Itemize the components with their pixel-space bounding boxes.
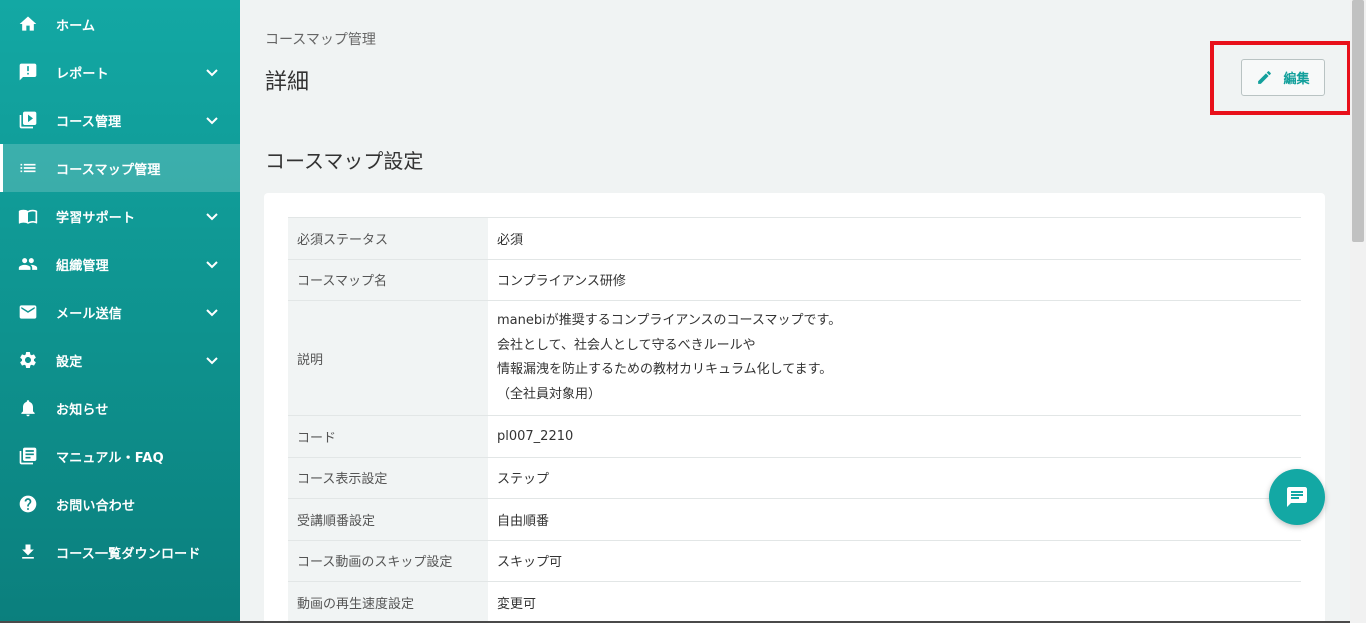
help-icon (18, 494, 38, 514)
sidebar-item-label: お問い合わせ (56, 498, 136, 514)
chat-icon (1287, 487, 1307, 507)
gear-icon (18, 350, 38, 370)
description-line: （全社員対象用） (497, 386, 602, 402)
sidebar-item-mail[interactable]: メール送信 (0, 288, 240, 336)
row-label: コード (288, 415, 488, 457)
sidebar-item-report[interactable]: レポート (0, 48, 240, 96)
row-value: スキップ可 (497, 555, 563, 571)
sidebar-item-course-management[interactable]: コース管理 (0, 96, 240, 144)
row-label: 受講順番設定 (288, 498, 488, 540)
sidebar-item-label: ホーム (56, 18, 96, 34)
sidebar-item-home[interactable]: ホーム (0, 0, 240, 48)
row-label: コース動画のスキップ設定 (288, 540, 488, 582)
table-row: コースマップ名 コンプライアンス研修 (288, 259, 1301, 301)
row-value-description: manebiが推奨するコンプライアンスのコースマップです。 会社として、社会人と… (488, 301, 1301, 416)
sidebar-item-learning-support[interactable]: 学習サポート (0, 192, 240, 240)
sidebar-item-contact[interactable]: お問い合わせ (0, 480, 240, 528)
chevron-down-icon (204, 64, 220, 80)
table-row: 受講順番設定 自由順番 (288, 498, 1301, 540)
settings-card: 必須ステータス 必須 コースマップ名 コンプライアンス研修 説明 manebiが… (264, 193, 1325, 623)
row-label: 説明 (288, 300, 488, 416)
edit-button-label: 編集 (1283, 72, 1310, 87)
people-icon (18, 254, 38, 274)
breadcrumb[interactable]: コースマップ管理 (265, 29, 376, 49)
description-line: 情報漏洩を防止するための教材カリキュラム化してます。 (497, 362, 833, 377)
sidebar-item-notices[interactable]: お知らせ (0, 384, 240, 432)
row-label: 必須ステータス (288, 217, 488, 259)
edit-button[interactable]: 編集 (1241, 59, 1325, 96)
row-label: 動画の再生速度設定 (288, 581, 488, 623)
sidebar-item-label: 組織管理 (56, 258, 109, 274)
sidebar-item-label: 学習サポート (56, 210, 136, 226)
description-line: 会社として、社会人として守るべきルールや (497, 337, 756, 353)
page-title: 詳細 (265, 70, 310, 95)
home-icon (18, 14, 38, 34)
chat-button[interactable] (1269, 469, 1325, 525)
table-row: 必須ステータス 必須 (288, 217, 1301, 259)
sidebar-item-label: 設定 (56, 354, 83, 370)
mail-icon (18, 302, 38, 322)
sidebar-item-label: コース管理 (56, 114, 122, 130)
table-row: コード pl007_2210 (288, 415, 1301, 457)
chevron-down-icon (204, 256, 220, 272)
row-label: コースマップ名 (288, 259, 488, 301)
table-row: 説明 manebiが推奨するコンプライアンスのコースマップです。 会社として、社… (288, 300, 1301, 416)
report-icon (18, 62, 38, 82)
chevron-down-icon (204, 304, 220, 320)
chevron-down-icon (204, 352, 220, 368)
sidebar-item-settings[interactable]: 設定 (0, 336, 240, 384)
row-value: 必須 (497, 232, 524, 248)
table-row: コース動画のスキップ設定 スキップ可 (288, 540, 1301, 582)
sidebar-item-label: メール送信 (56, 306, 123, 322)
row-value: 変更可 (497, 597, 537, 612)
main-content: コースマップ管理 詳細 編集 コースマップ設定 必須ステータス 必須 コースマッ… (240, 0, 1351, 623)
manual-icon (18, 446, 38, 466)
chevron-down-icon (204, 112, 220, 128)
settings-table: 必須ステータス 必須 コースマップ名 コンプライアンス研修 説明 manebiが… (288, 217, 1301, 623)
sidebar-item-course-download[interactable]: コース一覧ダウンロード (0, 528, 240, 576)
sidebar-item-label: コースマップ管理 (56, 162, 161, 178)
sidebar-item-manual-faq[interactable]: マニュアル・FAQ (0, 432, 240, 480)
row-label: コース表示設定 (288, 457, 488, 499)
sidebar: ホーム レポート コース管理 コースマップ管理 学習サポート 組織管理 メール送… (0, 0, 240, 623)
table-row: コース表示設定 ステップ (288, 457, 1301, 499)
chevron-down-icon (204, 208, 220, 224)
row-value: pl007_2210 (497, 428, 574, 444)
sidebar-item-label: マニュアル・FAQ (56, 450, 164, 466)
row-value: ステップ (497, 472, 550, 488)
bell-icon (18, 398, 38, 418)
section-title: コースマップ設定 (265, 149, 424, 173)
scrollbar-thumb[interactable] (1352, 0, 1364, 242)
sidebar-item-label: お知らせ (56, 402, 109, 418)
sidebar-item-coursemap-management[interactable]: コースマップ管理 (0, 144, 240, 192)
row-value: 自由順番 (497, 513, 550, 529)
row-value: コンプライアンス研修 (497, 274, 626, 290)
list-icon (18, 158, 38, 178)
book-icon (18, 206, 38, 226)
course-icon (18, 110, 38, 130)
sidebar-item-organization[interactable]: 組織管理 (0, 240, 240, 288)
sidebar-item-label: レポート (56, 66, 109, 82)
sidebar-item-label: コース一覧ダウンロード (56, 546, 201, 562)
table-row: 動画の再生速度設定 変更可 (288, 581, 1301, 623)
scrollbar[interactable] (1350, 0, 1366, 623)
download-icon (18, 542, 38, 562)
description-line: manebiが推奨するコンプライアンスのコースマップです。 (497, 313, 842, 328)
pencil-icon (1258, 71, 1272, 84)
